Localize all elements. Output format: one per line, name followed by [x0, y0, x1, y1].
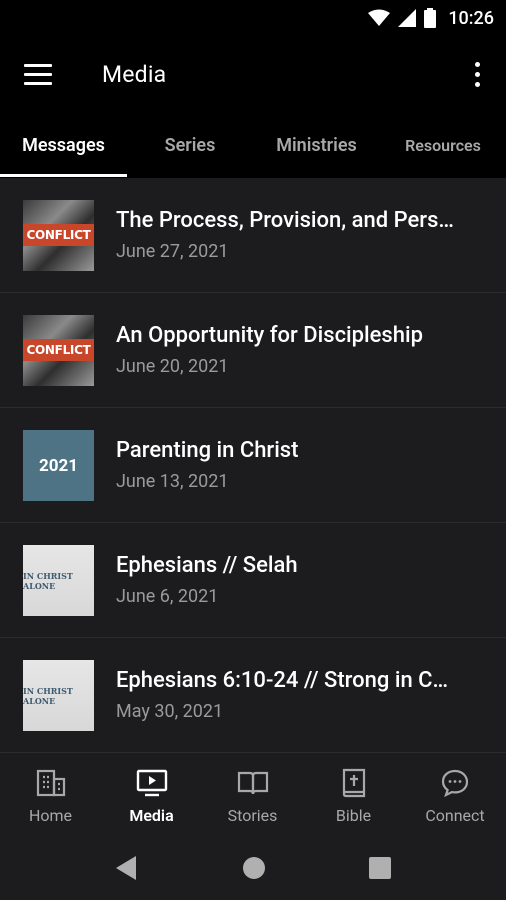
thumbnail-text: IN CHRIST ALONE — [23, 570, 73, 591]
message-thumbnail: CONFLICT — [23, 315, 94, 386]
message-thumbnail: CONFLICT — [23, 200, 94, 271]
bible-icon — [341, 768, 367, 798]
status-time: 10:26 — [448, 7, 494, 29]
message-title: The Process, Provision, and Pers… — [116, 208, 454, 233]
message-title: Ephesians 6:10-24 // Strong in C… — [116, 668, 449, 693]
message-title: An Opportunity for Discipleship — [116, 323, 423, 348]
app-bar: Media — [0, 36, 506, 112]
bottom-navigation: Home Media Stories Bible Connect — [0, 754, 506, 836]
message-row[interactable]: CONFLICT The Process, Provision, and Per… — [0, 178, 506, 293]
tab-messages[interactable]: Messages — [0, 112, 127, 178]
message-row[interactable]: IN CHRIST ALONE Ephesians // Selah June … — [0, 523, 506, 638]
tab-resources[interactable]: Resources — [380, 112, 506, 178]
hamburger-menu-icon[interactable] — [24, 63, 64, 85]
back-icon[interactable] — [116, 856, 136, 880]
page-title: Media — [102, 60, 167, 88]
message-thumbnail: IN CHRIST ALONE — [23, 545, 94, 616]
message-date: June 27, 2021 — [116, 241, 229, 262]
tab-indicator — [0, 174, 127, 177]
message-row[interactable]: CONFLICT An Opportunity for Discipleship… — [0, 293, 506, 408]
nav-media[interactable]: Media — [101, 754, 202, 836]
message-title: Parenting in Christ — [116, 438, 299, 463]
message-row[interactable]: 2021 Parenting in Christ June 13, 2021 — [0, 408, 506, 523]
message-title: Ephesians // Selah — [116, 553, 298, 578]
message-thumbnail: IN CHRIST ALONE — [23, 660, 94, 731]
message-date: June 6, 2021 — [116, 586, 219, 607]
home-circle-icon[interactable] — [242, 856, 266, 880]
system-navigation-bar — [0, 836, 506, 900]
tv-play-icon — [136, 768, 168, 798]
nav-label: Bible — [335, 806, 372, 825]
thumbnail-text: CONFLICT — [23, 339, 94, 361]
tab-series[interactable]: Series — [127, 112, 253, 178]
message-date: May 30, 2021 — [116, 701, 224, 722]
nav-home[interactable]: Home — [0, 754, 101, 836]
wifi-icon — [368, 9, 391, 26]
message-thumbnail: 2021 — [23, 430, 94, 501]
open-book-icon — [237, 768, 269, 798]
message-list: CONFLICT The Process, Provision, and Per… — [0, 178, 506, 753]
thumbnail-text: CONFLICT — [23, 224, 94, 246]
message-date: June 13, 2021 — [116, 471, 229, 492]
status-bar: 10:26 — [0, 0, 506, 36]
nav-label: Stories — [227, 806, 278, 825]
nav-connect[interactable]: Connect — [404, 754, 506, 836]
nav-label: Media — [129, 806, 174, 825]
nav-label: Connect — [425, 806, 485, 825]
recents-square-icon[interactable] — [369, 857, 391, 879]
building-icon — [36, 768, 66, 798]
message-date: June 20, 2021 — [116, 356, 229, 377]
thumbnail-text: IN CHRIST ALONE — [23, 685, 73, 706]
tab-ministries[interactable]: Ministries — [253, 112, 380, 178]
nav-label: Home — [28, 806, 73, 825]
nav-bible[interactable]: Bible — [303, 754, 404, 836]
chat-bubble-icon — [440, 768, 470, 798]
more-options-icon[interactable] — [475, 62, 480, 87]
signal-icon — [398, 9, 417, 27]
nav-stories[interactable]: Stories — [202, 754, 303, 836]
media-tabs: Messages Series Ministries Resources — [0, 112, 506, 178]
message-row[interactable]: IN CHRIST ALONE Ephesians 6:10-24 // Str… — [0, 638, 506, 753]
battery-icon — [424, 8, 437, 28]
thumbnail-text: 2021 — [38, 455, 78, 476]
